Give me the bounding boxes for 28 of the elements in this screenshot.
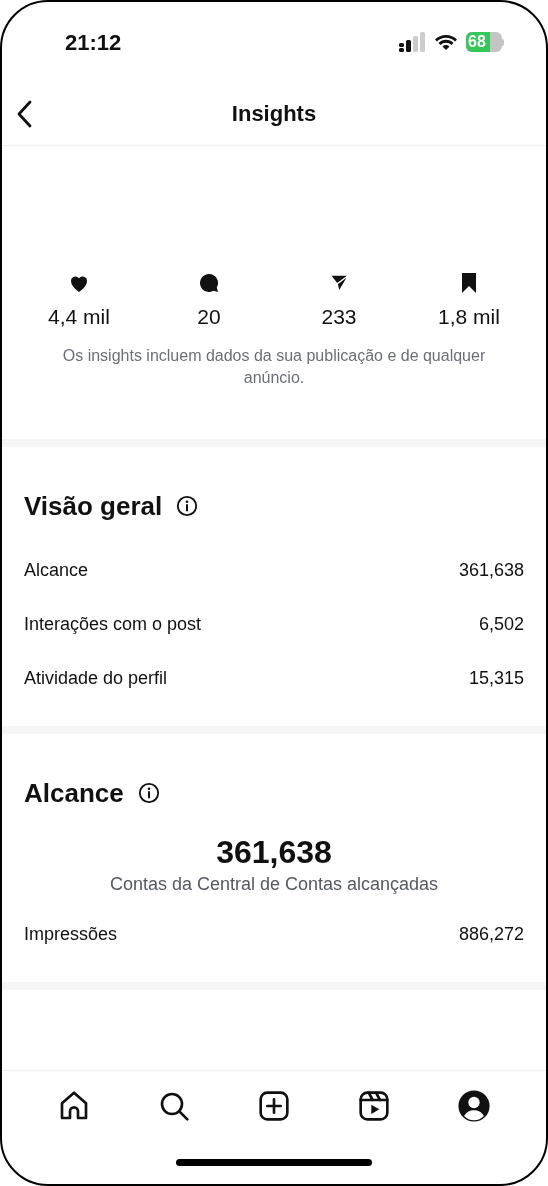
info-icon[interactable] xyxy=(176,495,199,517)
stat-value: 233 xyxy=(321,304,357,330)
video-clip-icon[interactable] xyxy=(357,1088,391,1123)
metric-label: Interações com o post xyxy=(24,613,202,636)
reach-total: 361,638 xyxy=(216,832,332,871)
battery-icon: 68 xyxy=(466,32,504,52)
insights-note: Os insights incluem dados da sua publicação e de qualquer anúncio. xyxy=(61,345,487,388)
speech-bubble-icon xyxy=(197,271,221,295)
stat-value: 20 xyxy=(197,304,221,330)
metric-value: 361,638 xyxy=(458,559,524,582)
profile-icon[interactable] xyxy=(457,1088,491,1123)
metric-value: 886,272 xyxy=(458,923,524,946)
page-title: Insights xyxy=(231,100,317,128)
plus-square-icon[interactable] xyxy=(257,1088,291,1123)
metric-label: Atividade do perfil xyxy=(24,667,168,690)
metric-label: Alcance xyxy=(24,559,89,582)
signal-icon xyxy=(398,32,426,52)
stat-value: 4,4 mil xyxy=(48,304,110,330)
metric-value: 6,502 xyxy=(478,613,524,636)
stat-value: 1,8 mil xyxy=(438,304,500,330)
info-icon[interactable] xyxy=(137,782,160,804)
metric-label: Impressões xyxy=(24,923,118,946)
wifi-icon xyxy=(434,33,458,51)
metric-value: 15,315 xyxy=(468,667,524,690)
reach-caption: Contas da Central de Contas alcançadas xyxy=(109,872,439,896)
status-time: 21:12 xyxy=(65,28,122,57)
section-title: Visão geral xyxy=(24,489,163,523)
section-title: Alcance xyxy=(24,776,124,810)
